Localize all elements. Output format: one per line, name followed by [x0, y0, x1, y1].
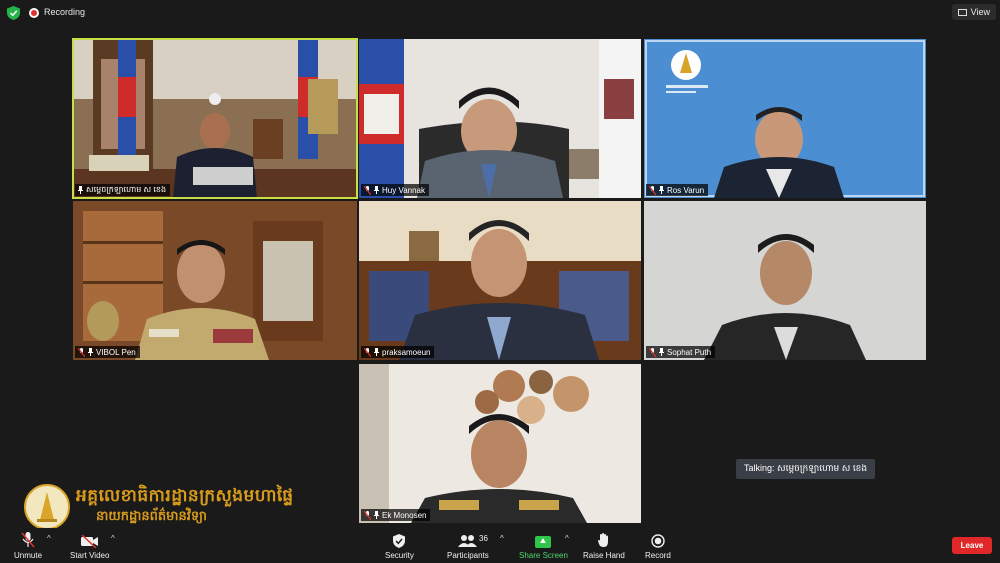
security-label: Security	[385, 551, 414, 560]
participant-name-tag: Ek Monosen	[361, 509, 431, 521]
participant-name-tag: Sophat Puth	[646, 346, 716, 358]
participant-name-tag: Ros Varun	[646, 184, 709, 196]
unmute-button[interactable]: Unmute	[14, 530, 42, 560]
participants-label: Participants	[447, 551, 489, 560]
watermark-title: អគ្គលេខាធិការដ្ឋានក្រសួងមហាផ្ទៃ	[76, 486, 294, 506]
participant-name-tag: praksamoeun	[361, 346, 435, 358]
share-screen-button[interactable]: Share Screen	[519, 530, 568, 560]
participant-name-tag: VIBOL Pen	[75, 346, 140, 358]
pin-icon	[374, 186, 379, 194]
zoom-meeting-window: Recording View សម្តេចក្រឡាហោម ស ខេង Huy …	[0, 0, 1000, 563]
ministry-logo	[24, 484, 70, 530]
raise-hand-icon	[597, 533, 608, 547]
pin-icon	[374, 511, 379, 519]
participant-name: VIBOL Pen	[96, 347, 136, 357]
participant-name: Ros Varun	[667, 185, 705, 195]
video-feed	[359, 39, 641, 198]
record-label: Record	[645, 551, 671, 560]
raise-hand-label: Raise Hand	[583, 551, 625, 560]
video-tile-7[interactable]: Ek Monosen	[359, 364, 641, 523]
participant-name-tag: សម្តេចក្រឡាហោម ស ខេង	[75, 184, 171, 196]
share-options-caret[interactable]: ^	[565, 534, 569, 543]
video-feed-wood-shelves	[73, 201, 357, 360]
mic-muted-icon	[649, 347, 656, 357]
video-tile-3[interactable]: Ros Varun	[644, 39, 926, 198]
video-tile-4[interactable]: VIBOL Pen	[73, 201, 357, 360]
share-screen-icon	[535, 536, 552, 548]
top-bar: Recording View	[0, 0, 1000, 26]
video-camera-off-icon	[80, 535, 98, 548]
video-tile-5[interactable]: praksamoeun	[359, 201, 641, 360]
participant-name-tag: Huy Vannak	[361, 184, 429, 196]
participant-name: praksamoeun	[382, 347, 431, 357]
security-shield-icon	[393, 534, 406, 548]
video-tile-2[interactable]: Huy Vannak	[359, 39, 641, 198]
pin-icon	[659, 186, 664, 194]
security-button[interactable]: Security	[385, 530, 414, 560]
participants-options-caret[interactable]: ^	[500, 534, 504, 543]
video-feed-office	[73, 39, 357, 198]
emblem-icon	[37, 492, 57, 522]
start-video-label: Start Video	[70, 551, 110, 560]
video-feed-decor-wall	[359, 364, 641, 523]
talking-indicator: Talking: សម្តេចក្រឡាហោម ស ខេង	[736, 459, 876, 479]
shield-icon[interactable]	[7, 6, 20, 20]
mic-muted-icon	[364, 347, 371, 357]
participant-name: Sophat Puth	[667, 347, 712, 357]
record-icon	[651, 534, 665, 548]
participant-name: Huy Vannak	[382, 185, 425, 195]
start-video-button[interactable]: Start Video	[70, 530, 109, 560]
share-screen-label: Share Screen	[519, 551, 568, 560]
record-button[interactable]: Record	[645, 530, 671, 560]
mic-muted-icon	[78, 347, 85, 357]
pin-icon	[659, 348, 664, 356]
watermark-subtitle: នាយកដ្ឋានព័ត៌មានវិទ្យា	[96, 509, 207, 524]
video-feed-plain-wall	[644, 201, 926, 360]
video-tile-6[interactable]: Sophat Puth	[644, 201, 926, 360]
mic-muted-icon	[364, 510, 371, 520]
video-feed-bookshelf	[359, 201, 641, 360]
pin-icon	[374, 348, 379, 356]
participant-name: Ek Monosen	[382, 510, 427, 520]
mic-muted-icon	[649, 185, 656, 195]
participants-count: 36	[479, 534, 488, 543]
recording-label: Recording	[44, 7, 86, 17]
leave-button[interactable]: Leave	[952, 537, 992, 554]
meeting-toolbar: Unmute ^ Start Video ^ Security Particip…	[0, 528, 1000, 563]
raise-hand-button[interactable]: Raise Hand	[583, 530, 625, 560]
pin-icon	[78, 186, 83, 194]
view-label: View	[970, 7, 990, 17]
unmute-label: Unmute	[14, 551, 43, 560]
video-tile-1[interactable]: សម្តេចក្រឡាហោម ស ខេង	[72, 38, 358, 199]
microphone-muted-icon	[21, 532, 35, 548]
recording-icon	[29, 8, 39, 18]
pin-icon	[88, 348, 93, 356]
participant-name: សម្តេចក្រឡាហោម ស ខេង	[86, 185, 167, 194]
grid-icon	[957, 8, 967, 16]
video-options-caret[interactable]: ^	[111, 534, 115, 543]
view-button[interactable]: View	[951, 4, 996, 20]
mic-muted-icon	[364, 185, 371, 195]
participants-icon	[457, 535, 477, 547]
video-feed-blue-background	[644, 39, 926, 198]
audio-options-caret[interactable]: ^	[47, 534, 51, 543]
